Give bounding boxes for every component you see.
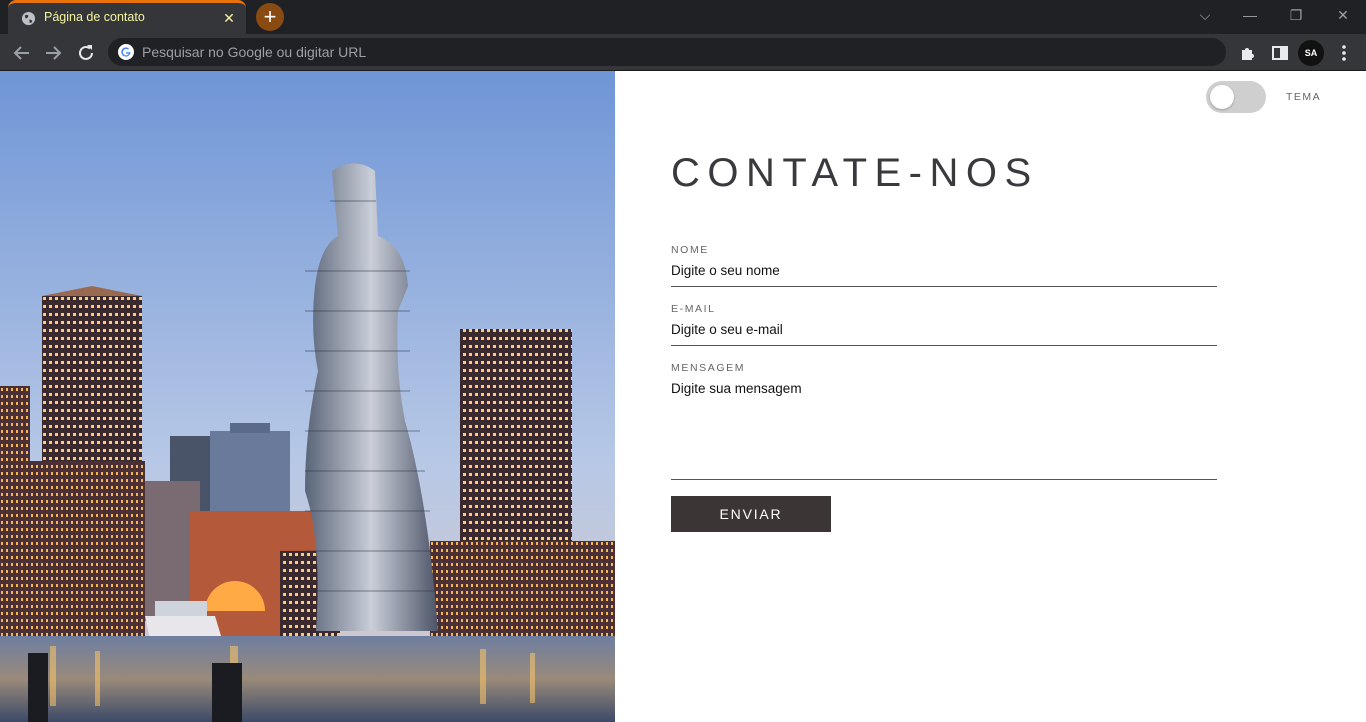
- page-title: CONTATE-NOS: [671, 151, 1039, 195]
- profile-avatar[interactable]: SA: [1298, 40, 1324, 66]
- extensions-icon[interactable]: [1235, 40, 1261, 66]
- close-tab-icon[interactable]: ✕: [220, 9, 238, 27]
- address-bar[interactable]: Pesquisar no Google ou digitar URL: [108, 38, 1226, 66]
- window-close-icon[interactable]: ✕: [1329, 4, 1357, 26]
- menu-icon[interactable]: [1331, 40, 1357, 66]
- submit-button[interactable]: ENVIAR: [671, 496, 831, 532]
- city-skyline-image: [0, 71, 615, 722]
- new-tab-button[interactable]: +: [256, 3, 284, 31]
- globe-icon: [21, 11, 36, 26]
- theme-toggle[interactable]: [1206, 81, 1266, 113]
- side-panel-icon[interactable]: [1267, 40, 1293, 66]
- tab-search-icon[interactable]: ⌵: [1191, 4, 1219, 26]
- name-input[interactable]: Digite o seu nome: [671, 263, 780, 278]
- back-icon[interactable]: [9, 40, 35, 66]
- reload-icon[interactable]: [73, 40, 99, 66]
- browser-toolbar: Pesquisar no Google ou digitar URL: [0, 34, 1366, 71]
- browser-tabstrip: Página de contato ✕ + ⌵ — ❐ ✕: [0, 0, 1366, 34]
- google-icon: [118, 44, 134, 60]
- address-bar-placeholder: Pesquisar no Google ou digitar URL: [142, 44, 367, 60]
- minimize-icon[interactable]: —: [1236, 4, 1264, 26]
- theme-toggle-label: TEMA: [1286, 91, 1322, 103]
- name-label: NOME: [671, 244, 709, 256]
- theme-toggle-knob[interactable]: [1210, 85, 1234, 109]
- message-textarea[interactable]: Digite sua mensagem: [671, 381, 802, 396]
- name-underline: [671, 286, 1217, 287]
- message-label: MENSAGEM: [671, 362, 746, 374]
- message-underline: [671, 479, 1217, 480]
- restore-icon[interactable]: ❐: [1282, 4, 1310, 26]
- contact-panel: TEMA CONTATE-NOS NOME Digite o seu nome …: [615, 71, 1366, 722]
- tab-title: Página de contato: [44, 10, 145, 24]
- browser-tab[interactable]: Página de contato ✕: [8, 0, 246, 34]
- email-input[interactable]: Digite o seu e-mail: [671, 322, 783, 337]
- hero-photo: [0, 71, 615, 722]
- email-underline: [671, 345, 1217, 346]
- email-label: E-MAIL: [671, 303, 716, 315]
- forward-icon[interactable]: [40, 40, 66, 66]
